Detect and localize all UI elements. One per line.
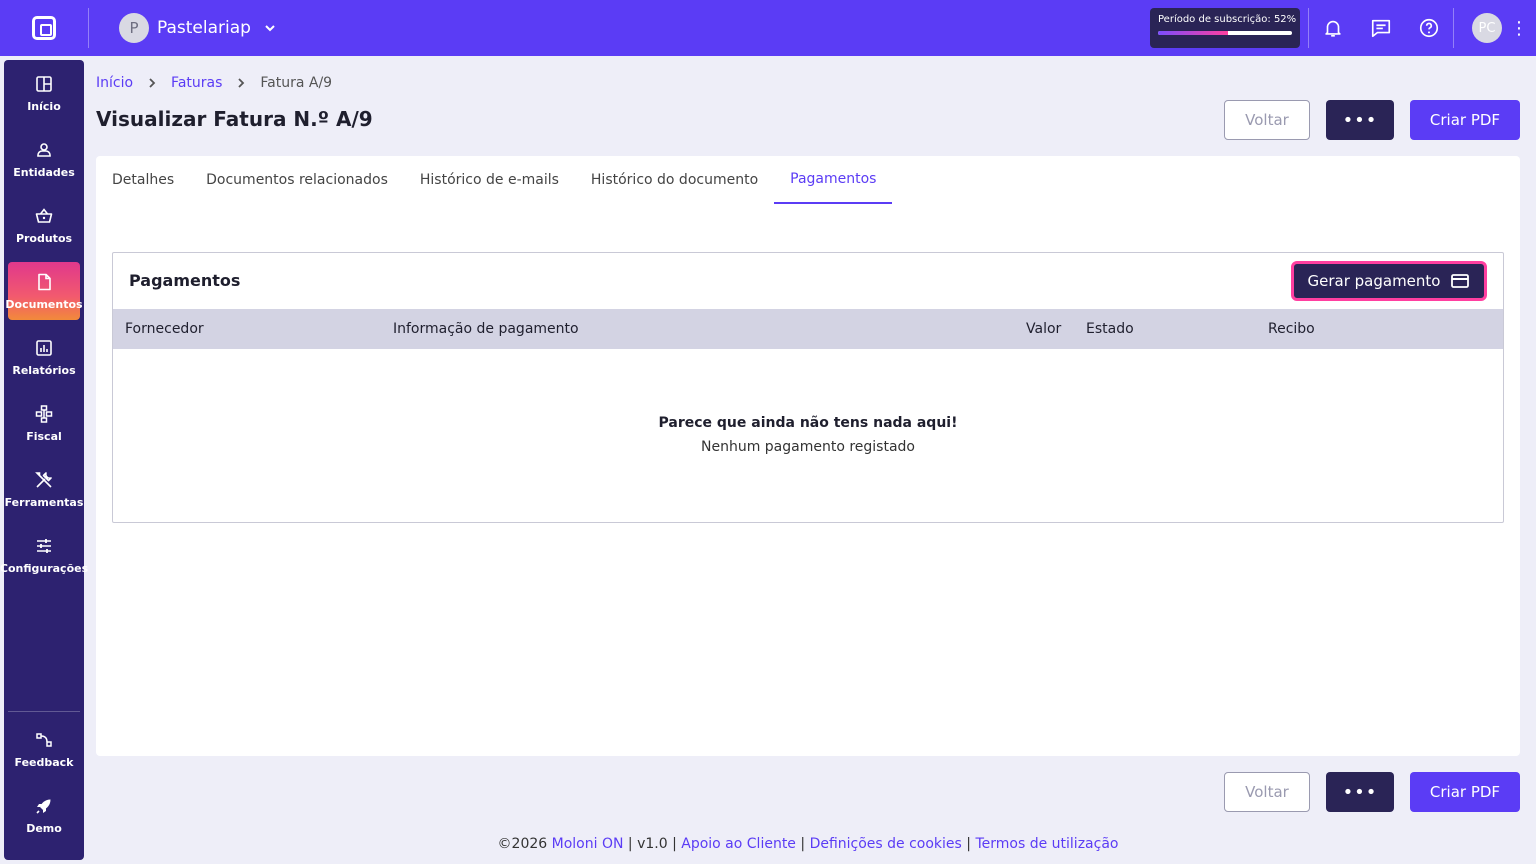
- footer-brand-link[interactable]: Moloni ON: [552, 836, 624, 852]
- subscription-period[interactable]: Período de subscrição: 52%: [1150, 8, 1300, 48]
- footer-separator: |: [627, 836, 633, 852]
- footer-copyright: ©2026: [497, 836, 548, 852]
- column-header-informacao[interactable]: Informação de pagamento: [393, 321, 579, 337]
- sidebar-item-label: Relatórios: [12, 363, 76, 377]
- tab-pagamentos[interactable]: Pagamentos: [774, 156, 893, 204]
- user-icon: [37, 142, 51, 157]
- sliders-icon: [37, 538, 51, 553]
- divider: [1453, 8, 1454, 48]
- company-avatar: P: [119, 13, 149, 43]
- feedback-icon: [36, 732, 52, 747]
- sidebar-item-entidades[interactable]: Entidades: [8, 130, 80, 188]
- messages-button[interactable]: [1357, 0, 1405, 56]
- sidebar-item-label: Configurações: [0, 561, 89, 575]
- credit-card-icon: [1451, 274, 1470, 288]
- breadcrumb-current: Fatura A/9: [260, 75, 333, 91]
- footer-separator: |: [800, 836, 806, 852]
- payments-table-header: Fornecedor Informação de pagamento Valor…: [113, 309, 1503, 349]
- column-header-valor[interactable]: Valor: [1026, 321, 1061, 337]
- dashboard-icon: [36, 75, 52, 92]
- tab-historico-documento[interactable]: Histórico do documento: [575, 156, 774, 204]
- column-header-recibo[interactable]: Recibo: [1268, 321, 1315, 337]
- empty-state-subtitle: Nenhum pagamento registado: [700, 439, 915, 455]
- breadcrumb-home-link[interactable]: Início: [96, 75, 133, 91]
- logo-icon: [32, 16, 56, 40]
- column-header-estado[interactable]: Estado: [1086, 321, 1134, 337]
- help-button[interactable]: [1405, 0, 1453, 56]
- document-card: Detalhes Documentos relacionados Históri…: [96, 156, 1520, 756]
- sidebar-item-label: Início: [27, 99, 61, 113]
- fiscal-icon: [35, 404, 53, 423]
- sidebar-item-feedback[interactable]: Feedback: [8, 720, 80, 778]
- more-options-button-bottom[interactable]: •••: [1326, 772, 1394, 812]
- company-selector[interactable]: P Pastelariap: [119, 13, 277, 43]
- sidebar-item-produtos[interactable]: Produtos: [8, 196, 80, 254]
- app-logo[interactable]: [0, 0, 88, 56]
- footer-cookies-link[interactable]: Definições de cookies: [810, 836, 962, 852]
- notifications-button[interactable]: [1309, 0, 1357, 56]
- back-button-bottom[interactable]: Voltar: [1224, 772, 1310, 812]
- basket-icon: [35, 207, 53, 223]
- empty-state-title: Parece que ainda não tens nada aqui!: [658, 415, 958, 431]
- breadcrumb-section-link[interactable]: Faturas: [171, 75, 222, 91]
- sidebar-item-label: Produtos: [15, 231, 73, 245]
- sidebar-item-label: Ferramentas: [4, 495, 84, 509]
- divider: [88, 8, 89, 48]
- subscription-progress-bar: [1158, 31, 1292, 35]
- subscription-label: Período de subscrição: 52%: [1158, 14, 1297, 25]
- generate-payment-label: Gerar pagamento: [1307, 272, 1441, 290]
- tools-icon: [35, 471, 52, 488]
- more-vertical-icon[interactable]: ⋮: [1502, 18, 1536, 39]
- tab-bar: Detalhes Documentos relacionados Históri…: [96, 156, 893, 204]
- payments-panel: Pagamentos Gerar pagamento Fornecedor In…: [112, 252, 1504, 523]
- sidebar-item-documentos[interactable]: Documentos: [5, 262, 83, 320]
- chevron-right-icon: [149, 78, 156, 88]
- page-title: Visualizar Fatura N.º A/9: [96, 107, 373, 131]
- more-options-button[interactable]: •••: [1326, 100, 1394, 140]
- company-name: Pastelariap: [157, 18, 251, 38]
- chart-icon: [36, 339, 52, 356]
- sidebar-divider: [8, 711, 80, 712]
- sidebar-item-configuracoes[interactable]: Configurações: [0, 526, 88, 584]
- sidebar-item-label: Entidades: [13, 165, 75, 179]
- sidebar-item-label: Demo: [26, 821, 62, 835]
- chevron-down-icon: [265, 25, 275, 32]
- payments-title: Pagamentos: [129, 271, 241, 290]
- chevron-right-icon: [238, 78, 245, 88]
- bell-icon: [1325, 20, 1341, 37]
- tab-documentos-relacionados[interactable]: Documentos relacionados: [190, 156, 404, 204]
- sidebar-item-label: Feedback: [14, 755, 74, 769]
- top-bar: P Pastelariap Período de subscrição: 52%…: [0, 0, 1536, 56]
- document-icon: [38, 273, 51, 290]
- breadcrumb: Início Faturas Fatura A/9: [96, 75, 332, 91]
- generate-payment-button[interactable]: Gerar pagamento: [1291, 261, 1487, 301]
- user-avatar[interactable]: PC: [1472, 13, 1502, 43]
- column-header-fornecedor[interactable]: Fornecedor: [125, 321, 204, 337]
- sidebar: Início Entidades Produtos Documentos Rel…: [0, 60, 88, 860]
- help-icon: [1419, 18, 1439, 38]
- sidebar-item-label: Documentos: [5, 297, 83, 311]
- subscription-progress-fill: [1158, 31, 1228, 35]
- sidebar-item-label: Fiscal: [26, 429, 62, 443]
- footer-separator: |: [966, 836, 972, 852]
- sidebar-item-ferramentas[interactable]: Ferramentas: [5, 460, 83, 518]
- rocket-icon: [36, 799, 51, 814]
- create-pdf-button-bottom[interactable]: Criar PDF: [1410, 772, 1520, 812]
- tab-historico-emails[interactable]: Histórico de e-mails: [404, 156, 575, 204]
- footer-version: v1.0: [637, 836, 668, 852]
- footer: ©2026 Moloni ON | v1.0 | Apoio ao Client…: [0, 836, 1536, 852]
- footer-support-link[interactable]: Apoio ao Cliente: [681, 836, 796, 852]
- chat-icon: [1371, 19, 1391, 38]
- sidebar-item-inicio[interactable]: Início: [8, 64, 80, 122]
- back-button[interactable]: Voltar: [1224, 100, 1310, 140]
- footer-terms-link[interactable]: Termos de utilização: [975, 836, 1118, 852]
- create-pdf-button[interactable]: Criar PDF: [1410, 100, 1520, 140]
- footer-separator: |: [672, 836, 677, 852]
- sidebar-item-fiscal[interactable]: Fiscal: [8, 394, 80, 452]
- tab-detalhes[interactable]: Detalhes: [96, 156, 190, 204]
- sidebar-item-relatorios[interactable]: Relatórios: [8, 328, 80, 386]
